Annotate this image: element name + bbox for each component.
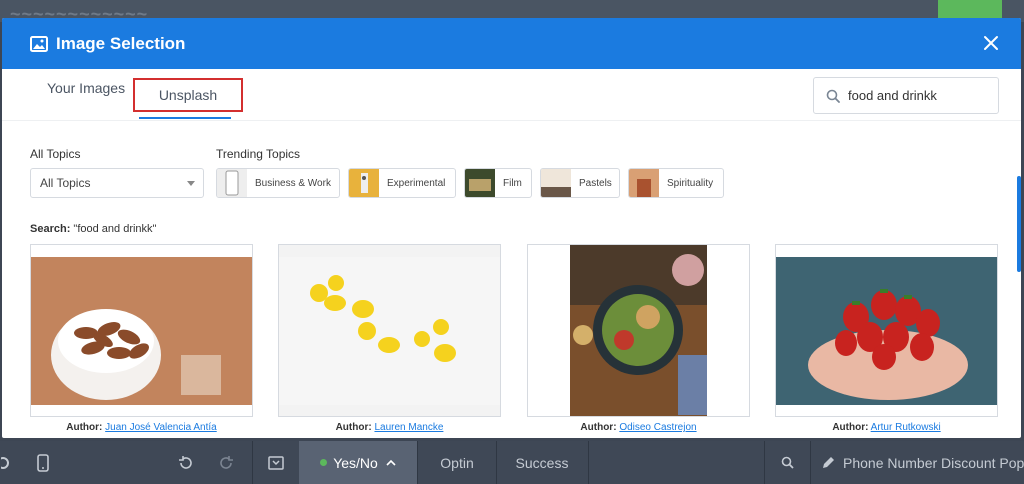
mobile-icon[interactable]: [30, 441, 56, 484]
author-line: Author: Odiseo Castrejon: [527, 422, 750, 433]
search-results-label: Search: "food and drinkk": [30, 223, 156, 235]
author-prefix: Author:: [66, 422, 103, 433]
topic-label: Film: [503, 177, 522, 189]
author-link[interactable]: Artur Rutkowski: [871, 422, 941, 433]
active-tab-underline: [139, 117, 231, 119]
pencil-icon: [823, 457, 834, 468]
author-prefix: Author:: [580, 422, 617, 433]
status-label: Yes/No: [333, 454, 378, 471]
topic-pastels[interactable]: Pastels: [540, 168, 620, 198]
toolbar-divider: [252, 441, 253, 484]
image-card-strawberries[interactable]: [775, 244, 998, 417]
author-link[interactable]: Lauren Mancke: [374, 422, 443, 433]
topic-spirituality[interactable]: Spirituality: [628, 168, 724, 198]
gear-icon[interactable]: [0, 441, 14, 484]
author-prefix: Author:: [832, 422, 869, 433]
toolbar-divider: [810, 441, 811, 484]
campaign-name: Phone Number Discount Pop: [843, 454, 1024, 471]
salad-image: [528, 245, 749, 416]
search-input[interactable]: [848, 88, 988, 103]
close-icon[interactable]: [981, 33, 1001, 53]
image-card-almonds[interactable]: [30, 244, 253, 417]
author-line: Author: Juan José Valencia Antía: [30, 422, 253, 433]
lemons-image: [279, 245, 500, 416]
film-thumb-icon: [465, 169, 495, 197]
image-icon: [30, 35, 48, 52]
all-topics-label: All Topics: [30, 147, 81, 161]
modal-header: Image Selection: [2, 18, 1021, 69]
spirituality-thumb-icon: [629, 169, 659, 197]
bottom-toolbar: Yes/No Optin Success Phone Number Discou…: [0, 441, 1024, 484]
author-link[interactable]: Juan José Valencia Antía: [105, 422, 217, 433]
status-dot: [320, 459, 328, 466]
topic-business-work[interactable]: Business & Work: [216, 168, 340, 198]
image-card-salad[interactable]: [527, 244, 750, 417]
save-icon[interactable]: [262, 441, 290, 484]
toolbar-divider: [764, 441, 765, 484]
topic-label: Business & Work: [255, 177, 331, 189]
search-field[interactable]: [813, 77, 999, 114]
trending-topics-label: Trending Topics: [216, 147, 301, 161]
all-topics-value: All Topics: [40, 176, 91, 190]
redo-icon[interactable]: [214, 441, 240, 484]
phone-thumb-icon: [217, 169, 247, 197]
scrollbar[interactable]: [1017, 176, 1021, 272]
strawberries-image: [776, 245, 997, 416]
search-icon: [826, 89, 840, 103]
search-prefix: Search:: [30, 223, 71, 235]
author-line: Author: Lauren Mancke: [278, 422, 501, 433]
topic-label: Spirituality: [667, 177, 714, 189]
toolbar-divider: [588, 441, 589, 484]
tab-success[interactable]: Success: [497, 441, 587, 484]
experimental-thumb-icon: [349, 169, 379, 197]
status-dropdown[interactable]: Yes/No: [299, 441, 417, 484]
topic-experimental[interactable]: Experimental: [348, 168, 456, 198]
author-line: Author: Artur Rutkowski: [775, 422, 998, 433]
chevron-down-icon: [187, 181, 195, 186]
modal-title: Image Selection: [56, 33, 186, 53]
image-card-lemons[interactable]: [278, 244, 501, 417]
campaign-name-field[interactable]: Phone Number Discount Pop: [822, 441, 1024, 484]
almonds-image: [31, 245, 252, 416]
tab-unsplash-label: Unsplash: [158, 87, 218, 103]
search-query: "food and drinkk": [73, 223, 157, 235]
search-icon[interactable]: [774, 441, 800, 484]
tab-your-images[interactable]: Your Images: [47, 80, 125, 96]
author-link[interactable]: Odiseo Castrejon: [619, 422, 696, 433]
topic-label: Experimental: [387, 177, 446, 189]
tab-unsplash[interactable]: Unsplash: [133, 78, 243, 112]
topic-film[interactable]: Film: [464, 168, 532, 198]
all-topics-select[interactable]: All Topics: [30, 168, 204, 198]
topic-label: Pastels: [579, 177, 612, 189]
author-prefix: Author:: [335, 422, 372, 433]
tab-optin[interactable]: Optin: [418, 441, 496, 484]
undo-icon[interactable]: [172, 441, 198, 484]
chevron-up-icon: [386, 459, 396, 466]
pastels-thumb-icon: [541, 169, 571, 197]
